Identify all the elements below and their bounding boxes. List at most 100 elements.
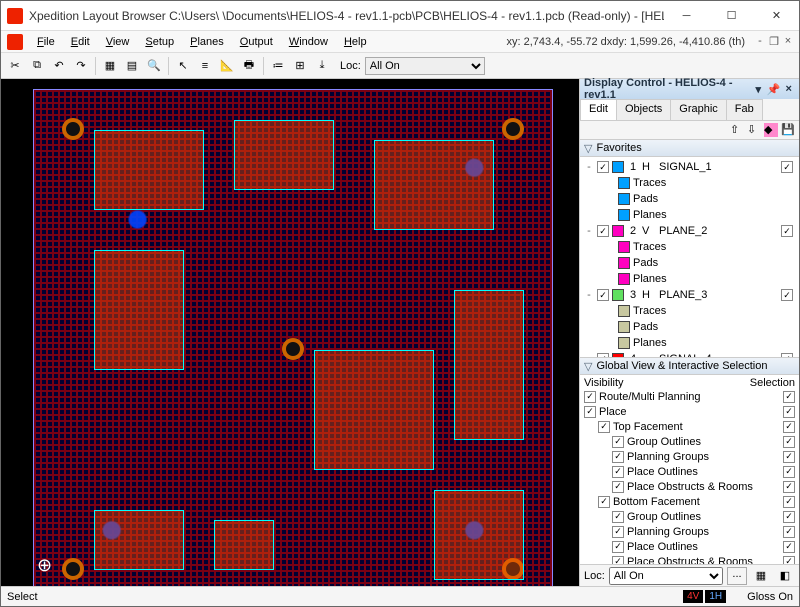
selection-checkbox[interactable] [783, 436, 795, 448]
layer-select-checkbox[interactable] [781, 289, 793, 301]
tab-objects[interactable]: Objects [616, 99, 671, 120]
save-icon[interactable]: 💾 [781, 123, 795, 137]
visibility-checkbox[interactable] [612, 556, 624, 565]
tool-cut[interactable]: ✂ [5, 56, 25, 76]
selection-checkbox[interactable] [783, 481, 795, 493]
sublayer-swatch[interactable] [618, 257, 630, 269]
tool-output[interactable]: ⤓ [312, 56, 332, 76]
expand-icon[interactable]: - [584, 289, 594, 301]
expand-icon[interactable]: - [584, 225, 594, 237]
visibility-checkbox[interactable] [584, 391, 596, 403]
visibility-checkbox[interactable] [612, 466, 624, 478]
menu-view[interactable]: View [98, 34, 138, 50]
layer-select-checkbox[interactable] [781, 161, 793, 173]
selection-checkbox[interactable] [783, 556, 795, 565]
loc-tool-b[interactable]: ◧ [775, 566, 795, 586]
layer-visible-checkbox[interactable] [597, 161, 609, 173]
selection-checkbox[interactable] [783, 526, 795, 538]
tab-fab[interactable]: Fab [726, 99, 763, 120]
visibility-checkbox[interactable] [598, 496, 610, 508]
nav-down-icon[interactable]: ⇩ [747, 123, 761, 137]
maximize-button[interactable]: ☐ [709, 1, 754, 30]
chevron-down-icon[interactable]: ▽ [584, 142, 592, 155]
visibility-checkbox[interactable] [612, 511, 624, 523]
loc-browse-button[interactable]: ... [727, 567, 747, 585]
loc-tool-a[interactable]: ▦ [751, 566, 771, 586]
layer-visible-checkbox[interactable] [597, 289, 609, 301]
gv-item-label: Group Outlines [627, 436, 783, 448]
sublayer-swatch[interactable] [618, 209, 630, 221]
pcb-canvas[interactable]: ⊕ [1, 79, 579, 586]
close-button[interactable]: ✕ [754, 1, 799, 30]
loc-select-bottom[interactable]: All On [609, 567, 723, 585]
selection-checkbox[interactable] [783, 391, 795, 403]
panel-dropdown-icon[interactable]: ▾ [752, 83, 765, 96]
global-view-body[interactable]: VisibilitySelection Route/Multi Planning… [580, 375, 799, 564]
sublayer-name: Traces [633, 305, 666, 317]
gv-item-label: Place [599, 406, 783, 418]
sublayer-swatch[interactable] [618, 241, 630, 253]
tool-print[interactable]: 🖶 [239, 56, 259, 76]
visibility-checkbox[interactable] [612, 526, 624, 538]
erase-icon[interactable]: ◆ [764, 123, 778, 137]
gv-item-label: Place Obstructs & Rooms [627, 481, 783, 493]
layer-visible-checkbox[interactable] [597, 225, 609, 237]
visibility-checkbox[interactable] [598, 421, 610, 433]
tab-graphic[interactable]: Graphic [670, 99, 727, 120]
panel-pin-icon[interactable]: 📌 [767, 83, 781, 96]
sublayer-swatch[interactable] [618, 337, 630, 349]
tool-redo[interactable]: ↷ [71, 56, 91, 76]
tool-measure[interactable]: 📐 [217, 56, 237, 76]
nav-up-icon[interactable]: ⇧ [730, 123, 744, 137]
selection-checkbox[interactable] [783, 466, 795, 478]
selection-checkbox[interactable] [783, 511, 795, 523]
selection-checkbox[interactable] [783, 541, 795, 553]
gv-item-label: Group Outlines [627, 511, 783, 523]
tool-display[interactable]: ▦ [100, 56, 120, 76]
layer-select-checkbox[interactable] [781, 225, 793, 237]
mdi-close-button[interactable]: × [781, 35, 795, 48]
menu-output[interactable]: Output [232, 34, 281, 50]
menu-edit[interactable]: Edit [63, 34, 98, 50]
tool-undo[interactable]: ↶ [49, 56, 69, 76]
visibility-checkbox[interactable] [612, 541, 624, 553]
selection-checkbox[interactable] [783, 496, 795, 508]
visibility-checkbox[interactable] [612, 436, 624, 448]
loc-select[interactable]: All On [365, 57, 485, 75]
tool-zoom[interactable]: 🔍 [144, 56, 164, 76]
layer-swatch[interactable] [612, 289, 624, 301]
tool-copy[interactable]: ⧉ [27, 56, 47, 76]
menu-setup[interactable]: Setup [137, 34, 182, 50]
tab-edit[interactable]: Edit [580, 99, 617, 120]
sublayer-swatch[interactable] [618, 321, 630, 333]
chevron-down-icon[interactable]: ▽ [584, 360, 592, 373]
tool-layers[interactable]: ▤ [122, 56, 142, 76]
sublayer-swatch[interactable] [618, 273, 630, 285]
selection-checkbox[interactable] [783, 421, 795, 433]
sublayer-swatch[interactable] [618, 193, 630, 205]
expand-icon[interactable]: - [584, 161, 594, 173]
visibility-checkbox[interactable] [612, 451, 624, 463]
menu-file[interactable]: File [29, 34, 63, 50]
tool-route[interactable]: ≡ [195, 56, 215, 76]
sublayer-swatch[interactable] [618, 305, 630, 317]
mdi-restore-button[interactable]: ❐ [767, 35, 781, 48]
selection-checkbox[interactable] [783, 451, 795, 463]
panel-close-icon[interactable]: × [782, 83, 795, 95]
tool-net[interactable]: ⊞ [290, 56, 310, 76]
tool-prop[interactable]: ≔ [268, 56, 288, 76]
layer-swatch[interactable] [612, 225, 624, 237]
layer-swatch[interactable] [612, 161, 624, 173]
menu-window[interactable]: Window [281, 34, 336, 50]
layer-tree[interactable]: -1HSIGNAL_1TracesPadsPlanes-2VPLANE_2Tra… [580, 157, 799, 357]
tool-select[interactable]: ↖ [173, 56, 193, 76]
menu-help[interactable]: Help [336, 34, 375, 50]
minimize-button[interactable]: ─ [664, 1, 709, 30]
visibility-checkbox[interactable] [584, 406, 596, 418]
mdi-minimize-button[interactable]: - [753, 35, 767, 48]
visibility-checkbox[interactable] [612, 481, 624, 493]
statusbar: Select 4V 1H Gloss On [1, 586, 799, 606]
selection-checkbox[interactable] [783, 406, 795, 418]
sublayer-swatch[interactable] [618, 177, 630, 189]
menu-planes[interactable]: Planes [182, 34, 232, 50]
